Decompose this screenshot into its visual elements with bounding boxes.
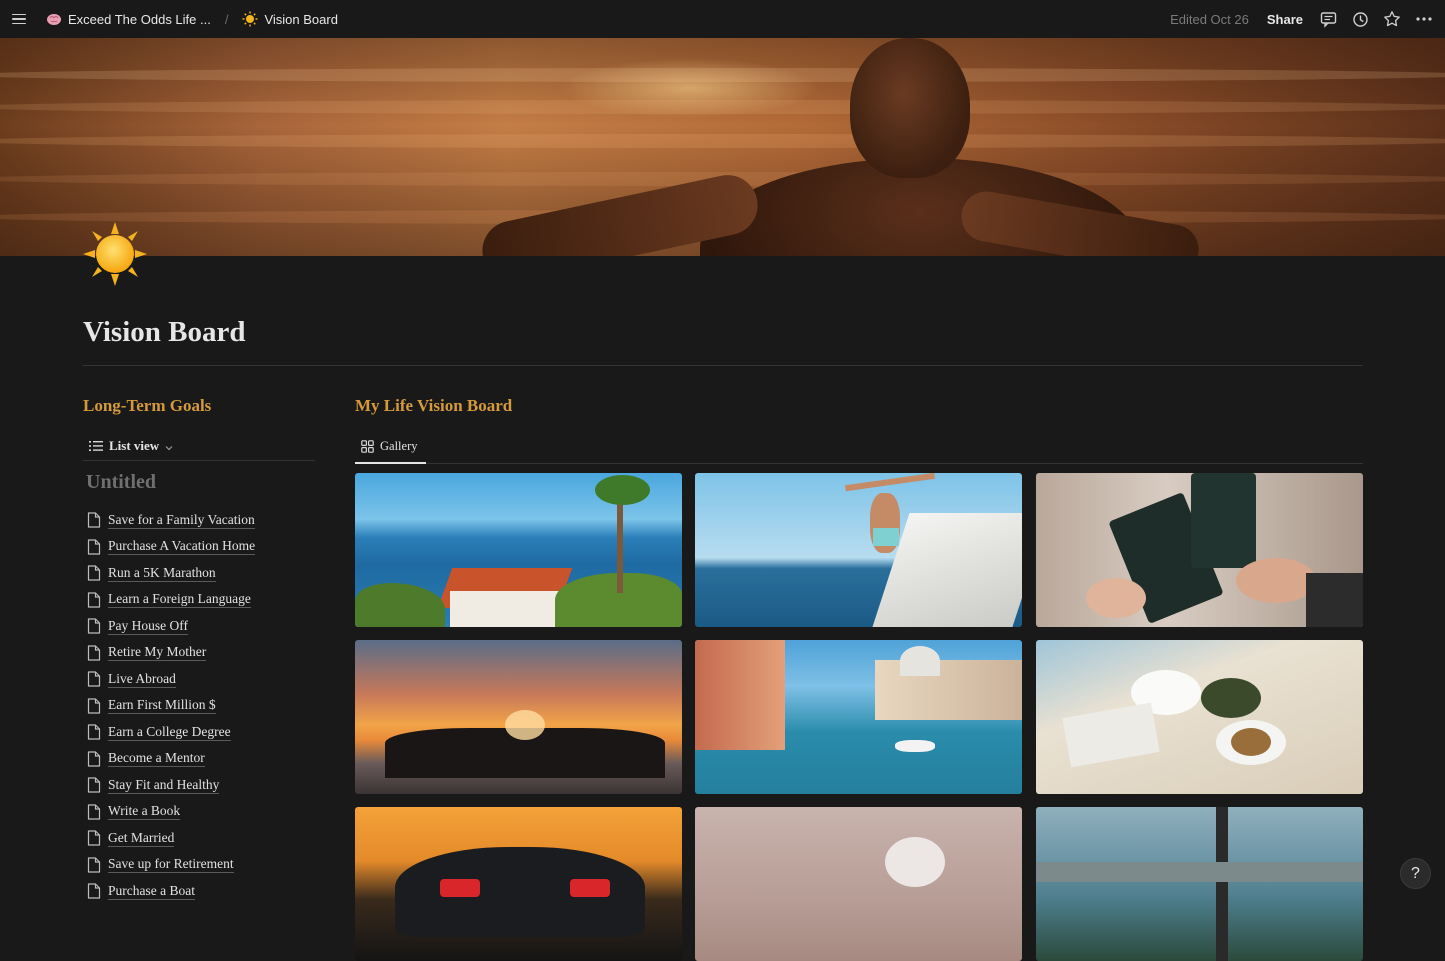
list-view-selector[interactable]: List view bbox=[83, 431, 315, 461]
page-icon bbox=[87, 645, 101, 661]
list-item-label: Pay House Off bbox=[108, 617, 188, 635]
page-icon bbox=[87, 724, 101, 740]
list-item[interactable]: Stay Fit and Healthy bbox=[83, 772, 315, 799]
menu-icon[interactable] bbox=[12, 10, 30, 28]
section-title: My Life Vision Board bbox=[355, 396, 513, 415]
page-title: Vision Board bbox=[83, 316, 246, 348]
list-item-label: Run a 5K Marathon bbox=[108, 564, 216, 582]
list-item-label: Earn First Million $ bbox=[108, 697, 216, 715]
star-icon[interactable] bbox=[1383, 10, 1401, 28]
tab-gallery[interactable]: Gallery bbox=[355, 430, 426, 464]
gallery-card-city-view[interactable] bbox=[1036, 807, 1363, 961]
list-item-label: Save up for Retirement bbox=[108, 856, 234, 874]
list-item[interactable]: Save for a Family Vacation bbox=[83, 507, 315, 534]
page-icon bbox=[87, 883, 101, 899]
page-icon bbox=[87, 565, 101, 581]
list-item-label: Get Married bbox=[108, 829, 175, 847]
top-bar: Exceed The Odds Life ... / Vision Board … bbox=[0, 0, 1445, 38]
topbar-actions: Edited Oct 26 Share bbox=[1170, 10, 1433, 28]
list-item-label: Save for a Family Vacation bbox=[108, 511, 255, 529]
page-icon bbox=[87, 804, 101, 820]
share-button[interactable]: Share bbox=[1267, 12, 1303, 27]
list-item-label: Live Abroad bbox=[108, 670, 176, 688]
list-item[interactable]: Become a Mentor bbox=[83, 746, 315, 773]
page-icon bbox=[87, 512, 101, 528]
divider bbox=[83, 365, 1363, 366]
chevron-down-icon bbox=[164, 441, 174, 451]
list-icon bbox=[89, 440, 103, 452]
gallery-card-sailing[interactable] bbox=[695, 473, 1022, 627]
list-item[interactable]: Earn First Million $ bbox=[83, 693, 315, 720]
more-icon[interactable] bbox=[1415, 10, 1433, 28]
list-item[interactable]: Pay House Off bbox=[83, 613, 315, 640]
section-title: Long-Term Goals bbox=[83, 396, 212, 415]
page-icon bbox=[87, 592, 101, 608]
list-item[interactable]: Retire My Mother bbox=[83, 640, 315, 667]
gallery-card-dining[interactable] bbox=[1036, 640, 1363, 794]
gallery-card-muscle-car[interactable] bbox=[355, 807, 682, 961]
list-item-label: Retire My Mother bbox=[108, 644, 207, 662]
page-icon bbox=[87, 698, 101, 714]
help-button[interactable]: ? bbox=[1400, 858, 1431, 889]
gallery-card-family-sunset[interactable] bbox=[355, 640, 682, 794]
brain-icon bbox=[46, 11, 62, 27]
list-item[interactable]: Learn a Foreign Language bbox=[83, 587, 315, 614]
list-item[interactable]: Run a 5K Marathon bbox=[83, 560, 315, 587]
comments-icon[interactable] bbox=[1319, 10, 1337, 28]
list-item-label: Write a Book bbox=[108, 803, 181, 821]
list-item-label: Purchase a Boat bbox=[108, 882, 195, 900]
list-item[interactable]: Purchase A Vacation Home bbox=[83, 534, 315, 561]
page-icon bbox=[87, 857, 101, 873]
list-item[interactable]: Get Married bbox=[83, 825, 315, 852]
list-item-label: Become a Mentor bbox=[108, 750, 205, 768]
gallery-card-passports[interactable] bbox=[1036, 473, 1363, 627]
list-item[interactable]: Earn a College Degree bbox=[83, 719, 315, 746]
list-item[interactable]: Write a Book bbox=[83, 799, 315, 826]
page-icon bbox=[87, 777, 101, 793]
list-item-label: Stay Fit and Healthy bbox=[108, 776, 220, 794]
view-label: List view bbox=[109, 437, 160, 453]
breadcrumb-workspace[interactable]: Exceed The Odds Life ... bbox=[68, 12, 211, 27]
view-tabs: Gallery bbox=[355, 430, 1363, 464]
gallery-card-venice[interactable] bbox=[695, 640, 1022, 794]
gallery-card-coastal-villa[interactable] bbox=[355, 473, 682, 627]
sun-icon bbox=[242, 11, 258, 27]
list-item[interactable]: Save up for Retirement bbox=[83, 852, 315, 879]
edited-timestamp: Edited Oct 26 bbox=[1170, 11, 1249, 27]
page-icon bbox=[87, 539, 101, 555]
page-icon bbox=[87, 751, 101, 767]
page-icon bbox=[87, 671, 101, 687]
breadcrumb: Exceed The Odds Life ... / Vision Board bbox=[46, 11, 338, 27]
breadcrumb-page[interactable]: Vision Board bbox=[264, 12, 337, 27]
cover-image bbox=[0, 38, 1445, 256]
page-icon bbox=[87, 618, 101, 634]
list-item[interactable]: Purchase a Boat bbox=[83, 878, 315, 905]
gallery-card-desert-balloon[interactable] bbox=[695, 807, 1022, 961]
list-item-label: Earn a College Degree bbox=[108, 723, 231, 741]
grid-icon bbox=[361, 439, 374, 453]
sun-icon[interactable] bbox=[83, 222, 147, 286]
history-icon[interactable] bbox=[1351, 10, 1369, 28]
long-term-goals-section: Long-Term Goals List view Untitled Save … bbox=[83, 396, 315, 905]
tab-label: Gallery bbox=[380, 438, 418, 453]
list-item-label: Learn a Foreign Language bbox=[108, 591, 251, 609]
breadcrumb-separator: / bbox=[224, 11, 229, 27]
goal-list: Save for a Family Vacation Purchase A Vac… bbox=[83, 507, 315, 905]
vision-board-section: My Life Vision Board Gallery bbox=[355, 396, 1363, 961]
page-icon bbox=[87, 830, 101, 846]
list-item-label: Purchase A Vacation Home bbox=[108, 538, 256, 556]
group-title: Untitled bbox=[86, 471, 156, 493]
list-item[interactable]: Live Abroad bbox=[83, 666, 315, 693]
